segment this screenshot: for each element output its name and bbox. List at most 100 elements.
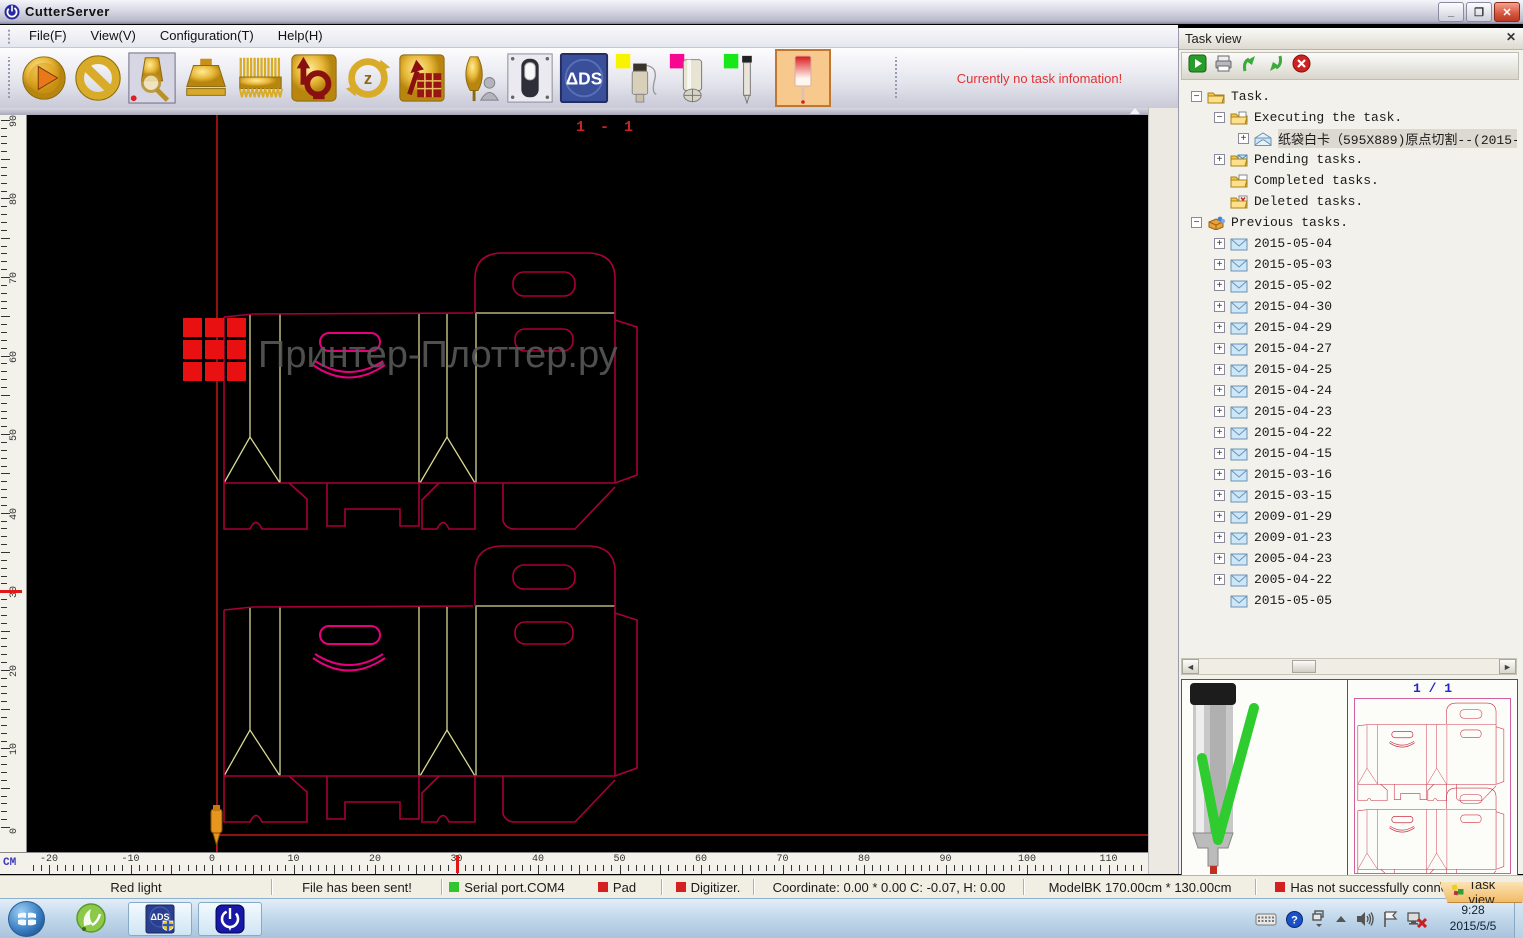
volume-tray-icon[interactable]	[1356, 911, 1374, 927]
taskbar-ads-button[interactable]: ΔDS	[128, 902, 192, 936]
plus-expander-icon[interactable]: +	[1214, 427, 1225, 438]
plus-expander-icon[interactable]: +	[1214, 301, 1225, 312]
minus-expander-icon[interactable]: −	[1214, 112, 1225, 123]
tree-item-deleted-tasks-[interactable]: +Deleted tasks.	[1181, 191, 1517, 212]
tree-horizontal-scrollbar[interactable]: ◄ ►	[1181, 658, 1517, 675]
plus-expander-icon[interactable]: +	[1214, 511, 1225, 522]
tree-item-pending-tasks-[interactable]: +Pending tasks.	[1181, 149, 1517, 170]
origin-move-button[interactable]	[287, 50, 341, 106]
plus-expander-icon[interactable]: +	[1214, 154, 1225, 165]
tree-item-date[interactable]: +2015-03-16	[1181, 464, 1517, 485]
action-flag-tray-icon[interactable]	[1383, 911, 1398, 928]
tree-item-date[interactable]: +2005-04-23	[1181, 548, 1517, 569]
tree-item-date[interactable]: +2015-04-27	[1181, 338, 1517, 359]
zoom-button[interactable]	[125, 50, 179, 106]
restore-button[interactable]: ❐	[1466, 2, 1492, 22]
help-tray-icon[interactable]: ?	[1286, 911, 1303, 928]
tree-item-executing-the-task-[interactable]: −Executing the task.	[1181, 107, 1517, 128]
menu-file[interactable]: File(F)	[17, 26, 79, 46]
tool-green-button[interactable]	[719, 50, 773, 106]
comb-button[interactable]	[233, 50, 287, 106]
power-switch-button[interactable]	[503, 50, 557, 106]
tree-item-date[interactable]: +2015-05-04	[1181, 233, 1517, 254]
hidden-icons-tray-icon[interactable]	[1335, 915, 1347, 923]
tree-item-date[interactable]: +2015-04-24	[1181, 380, 1517, 401]
minus-expander-icon[interactable]: −	[1191, 91, 1202, 102]
tree-item-previous-tasks-[interactable]: −Previous tasks.	[1181, 212, 1517, 233]
move-up-task-button[interactable]	[1240, 54, 1259, 78]
ads-button[interactable]: ΔDS	[557, 50, 611, 106]
plus-expander-icon[interactable]: +	[1214, 553, 1225, 564]
die-cut-pattern-top	[224, 253, 637, 529]
tab-task-view[interactable]: Task view	[1440, 882, 1523, 903]
network-error-tray-icon[interactable]	[1407, 911, 1427, 928]
tree-item-date[interactable]: +2015-05-03	[1181, 254, 1517, 275]
tree-item--595x889-2015-[interactable]: +纸袋白卡（595X889)原点切割--(2015-	[1181, 128, 1517, 149]
tree-item-date[interactable]: +2015-04-29	[1181, 317, 1517, 338]
tree-item-date[interactable]: +2015-04-22	[1181, 422, 1517, 443]
taskbar-clock[interactable]: 9:28 2015/5/5	[1437, 902, 1509, 934]
start-button[interactable]	[8, 901, 45, 937]
ads-icon: ΔDS	[559, 52, 609, 104]
panel-close-icon[interactable]: ✕	[1502, 30, 1520, 47]
tool-active-button[interactable]	[773, 50, 833, 106]
menu-help[interactable]: Help(H)	[266, 26, 335, 46]
plus-expander-icon[interactable]: +	[1238, 133, 1249, 144]
tool-magenta-button[interactable]	[665, 50, 719, 106]
keyboard-tray-icon[interactable]	[1255, 912, 1277, 926]
tree-item-date[interactable]: +2015-05-02	[1181, 275, 1517, 296]
plus-expander-icon[interactable]: +	[1214, 364, 1225, 375]
tree-item-date[interactable]: +2009-01-29	[1181, 506, 1517, 527]
delete-task-button[interactable]	[1292, 54, 1311, 78]
tree-item-date[interactable]: +2015-03-15	[1181, 485, 1517, 506]
plus-expander-icon[interactable]: +	[1214, 469, 1225, 480]
plus-expander-icon[interactable]: +	[1214, 343, 1225, 354]
print-task-button[interactable]	[1214, 54, 1233, 78]
canvas-top-scroll[interactable]	[0, 108, 1148, 115]
minimize-button[interactable]: _	[1438, 2, 1464, 22]
plus-expander-icon[interactable]: +	[1214, 280, 1225, 291]
move-down-task-button[interactable]	[1266, 54, 1285, 78]
env-icon	[1230, 237, 1248, 251]
plus-expander-icon[interactable]: +	[1214, 448, 1225, 459]
rotate-z-button[interactable]: z	[341, 50, 395, 106]
close-button[interactable]: ✕	[1494, 2, 1520, 22]
menu-view[interactable]: View(V)	[79, 26, 148, 46]
paper-feed-button[interactable]	[179, 50, 233, 106]
menu-configuration[interactable]: Configuration(T)	[148, 26, 266, 46]
run-task-button[interactable]	[1188, 54, 1207, 78]
tree-item-date[interactable]: +2009-01-23	[1181, 527, 1517, 548]
show-desktop-button[interactable]	[1514, 899, 1523, 938]
grid-move-button[interactable]	[395, 50, 449, 106]
window-restore-tray-icon[interactable]	[1312, 910, 1326, 928]
scroll-left-button[interactable]: ◄	[1182, 659, 1199, 674]
plus-expander-icon[interactable]: +	[1214, 385, 1225, 396]
drawing-canvas[interactable]: 1 - 1 Принтер-Плоттер.ру	[28, 115, 1148, 852]
tool-yellow-button[interactable]	[611, 50, 665, 106]
minus-expander-icon[interactable]: −	[1191, 217, 1202, 228]
panel-splitter[interactable]	[1148, 108, 1178, 874]
stop-button[interactable]	[71, 50, 125, 106]
tree-item-date[interactable]: +2015-04-15	[1181, 443, 1517, 464]
plus-expander-icon[interactable]: +	[1214, 406, 1225, 417]
scroll-thumb[interactable]	[1292, 660, 1316, 673]
tree-item-date[interactable]: +2015-04-30	[1181, 296, 1517, 317]
plus-expander-icon[interactable]: +	[1214, 574, 1225, 585]
tree-item-date[interactable]: +2015-04-23	[1181, 401, 1517, 422]
tree-item-task-[interactable]: −Task.	[1181, 86, 1517, 107]
pen-setup-button[interactable]	[449, 50, 503, 106]
taskbar-coreldraw-icon[interactable]	[70, 902, 112, 936]
plus-expander-icon[interactable]: +	[1214, 532, 1225, 543]
plus-expander-icon[interactable]: +	[1214, 259, 1225, 270]
taskbar-cutterserver-button[interactable]	[198, 902, 262, 936]
plus-expander-icon[interactable]: +	[1214, 322, 1225, 333]
tree-item-completed-tasks-[interactable]: +Completed tasks.	[1181, 170, 1517, 191]
plus-expander-icon[interactable]: +	[1214, 238, 1225, 249]
tree-item-date[interactable]: +2015-04-25	[1181, 359, 1517, 380]
tree-item-date[interactable]: +2005-04-22	[1181, 569, 1517, 590]
tree-item-date[interactable]: +2015-05-05	[1181, 590, 1517, 611]
start-button[interactable]	[17, 50, 71, 106]
status-serial: Serial port.COM4	[442, 876, 572, 898]
scroll-right-button[interactable]: ►	[1499, 659, 1516, 674]
plus-expander-icon[interactable]: +	[1214, 490, 1225, 501]
